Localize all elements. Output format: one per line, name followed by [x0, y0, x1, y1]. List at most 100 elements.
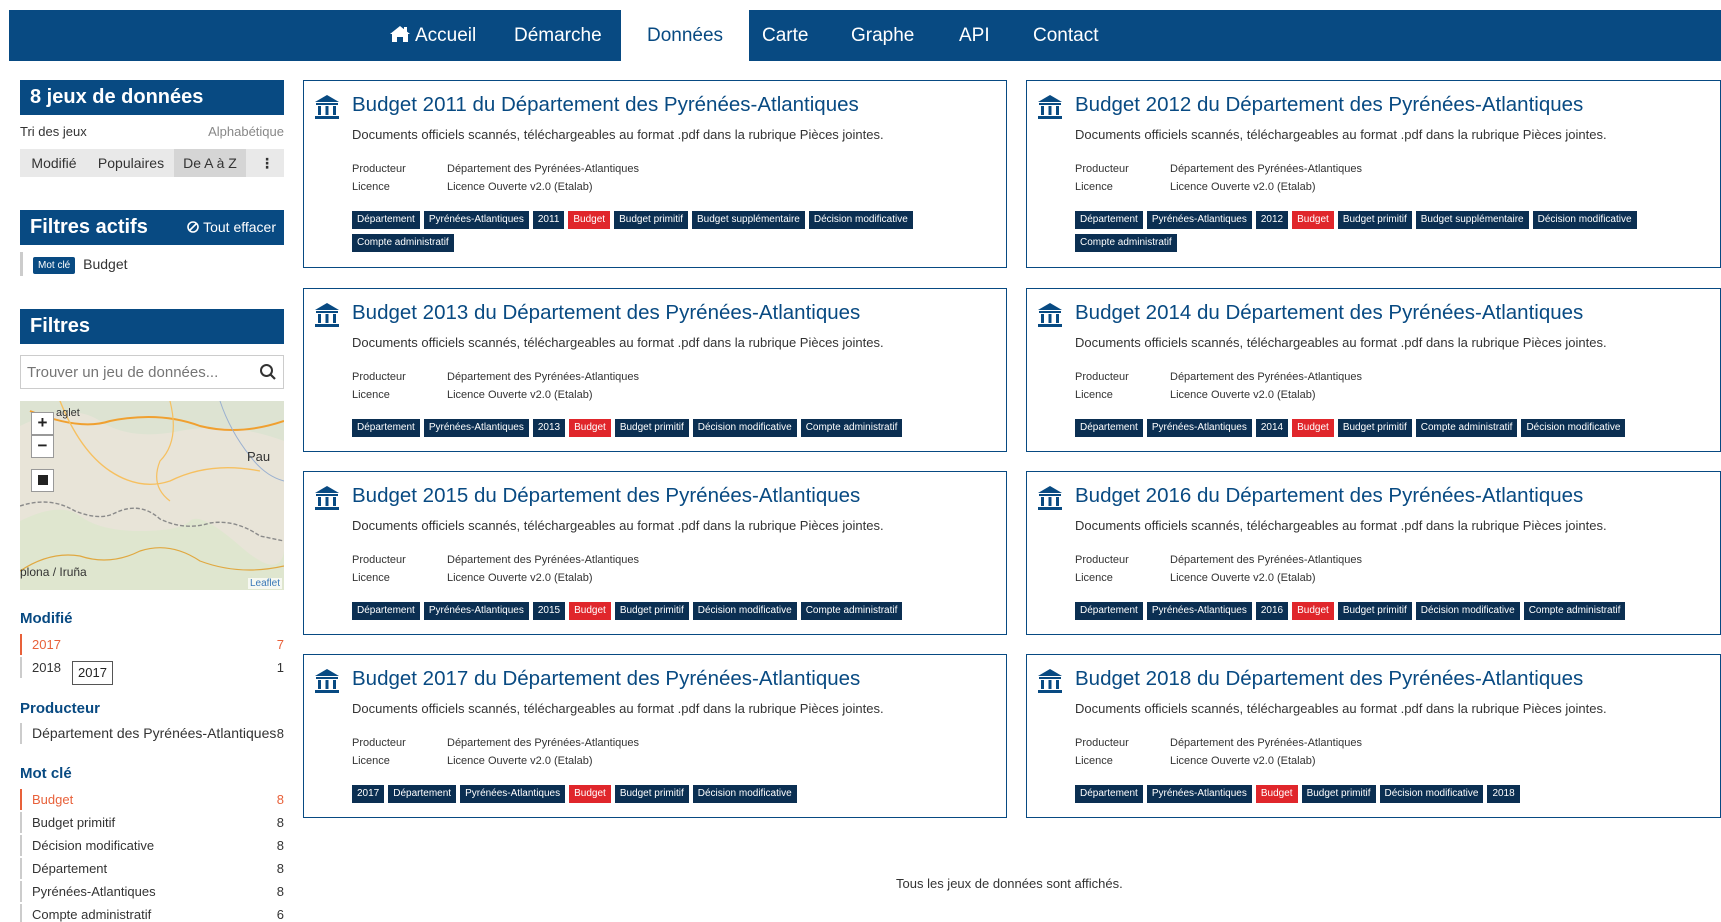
- tag[interactable]: Département: [388, 785, 457, 803]
- tag[interactable]: Compte administratif: [800, 602, 903, 620]
- tag[interactable]: Budget: [1292, 602, 1334, 620]
- dataset-title[interactable]: Budget 2016 du Département des Pyrénées-…: [1075, 484, 1583, 508]
- tag[interactable]: Budget supplémentaire: [692, 211, 805, 229]
- tag[interactable]: Budget: [1292, 211, 1334, 229]
- nav-demarche[interactable]: Démarche: [509, 10, 619, 61]
- tag[interactable]: 2013: [532, 419, 566, 437]
- search-icon[interactable]: [259, 363, 277, 381]
- draw-rectangle-button[interactable]: [31, 469, 54, 492]
- dataset-card[interactable]: Budget 2012 du Département des Pyrénées-…: [1026, 80, 1721, 268]
- tag[interactable]: Pyrénées-Atlantiques: [460, 785, 566, 803]
- tag[interactable]: Décision modificative: [1521, 419, 1626, 437]
- dataset-card[interactable]: Budget 2013 du Département des Pyrénées-…: [303, 288, 1007, 452]
- nav-graphe[interactable]: Graphe: [851, 10, 931, 61]
- tag[interactable]: Budget primitif: [614, 785, 689, 803]
- nav-contact[interactable]: Contact: [1033, 10, 1123, 61]
- nav-carte[interactable]: Carte: [762, 10, 832, 61]
- tag[interactable]: Budget: [569, 419, 611, 437]
- tag[interactable]: Pyrénées-Atlantiques: [1146, 785, 1252, 803]
- dataset-card[interactable]: Budget 2015 du Département des Pyrénées-…: [303, 471, 1007, 635]
- tag[interactable]: Pyrénées-Atlantiques: [1146, 602, 1252, 620]
- dataset-title[interactable]: Budget 2015 du Département des Pyrénées-…: [352, 484, 860, 508]
- tag[interactable]: Décision modificative: [692, 419, 797, 437]
- facet-modified-2017[interactable]: 2017 7: [20, 634, 284, 655]
- tag[interactable]: Budget primitif: [1337, 419, 1412, 437]
- tag[interactable]: Budget primitif: [614, 602, 689, 620]
- tag[interactable]: Compte administratif: [800, 419, 903, 437]
- nav-accueil[interactable]: Accueil: [381, 10, 485, 61]
- active-filter-keyword[interactable]: Mot clé Budget: [20, 252, 128, 276]
- tag[interactable]: Décision modificative: [1415, 602, 1520, 620]
- tag[interactable]: 2018: [1487, 785, 1520, 803]
- tag[interactable]: 2015: [532, 602, 566, 620]
- tag[interactable]: Budget supplémentaire: [1415, 211, 1529, 229]
- sort-alpha-button[interactable]: De A à Z: [174, 149, 246, 177]
- sort-popular-button[interactable]: Populaires: [88, 149, 174, 177]
- tag[interactable]: 2017: [352, 785, 385, 803]
- map-attribution[interactable]: Leaflet: [247, 578, 282, 589]
- dataset-title[interactable]: Budget 2013 du Département des Pyrénées-…: [352, 301, 860, 325]
- tag[interactable]: Budget primitif: [1337, 602, 1412, 620]
- facet-keyword-item[interactable]: Budget primitif 8: [20, 812, 284, 833]
- tag[interactable]: Budget: [568, 211, 611, 229]
- map[interactable]: + − aglet Pau plona / Iruña Leaflet: [20, 401, 284, 590]
- facet-modified-2018[interactable]: 2018 1: [20, 657, 284, 678]
- tag[interactable]: Décision modificative: [692, 602, 797, 620]
- dataset-title[interactable]: Budget 2017 du Département des Pyrénées-…: [352, 667, 860, 691]
- dataset-card[interactable]: Budget 2014 du Département des Pyrénées-…: [1026, 288, 1721, 452]
- tag[interactable]: Compte administratif: [1523, 602, 1626, 620]
- tag[interactable]: Département: [1075, 785, 1143, 803]
- dataset-card[interactable]: Budget 2011 du Département des Pyrénées-…: [303, 80, 1007, 268]
- tag[interactable]: Compte administratif: [1415, 419, 1518, 437]
- sort-modified-button[interactable]: Modifié: [20, 149, 88, 177]
- tag[interactable]: Département: [1075, 211, 1143, 229]
- tag[interactable]: 2016: [1255, 602, 1289, 620]
- tag[interactable]: Décision modificative: [808, 211, 913, 229]
- tag[interactable]: Compte administratif: [1075, 234, 1177, 252]
- dataset-card[interactable]: Budget 2017 du Département des Pyrénées-…: [303, 654, 1007, 818]
- tag[interactable]: Pyrénées-Atlantiques: [1146, 419, 1252, 437]
- tag[interactable]: Décision modificative: [692, 785, 797, 803]
- tag[interactable]: Pyrénées-Atlantiques: [423, 211, 529, 229]
- clear-filters-button[interactable]: Tout effacer: [187, 210, 276, 245]
- tag[interactable]: Budget: [569, 785, 611, 803]
- facet-producer-departement[interactable]: Département des Pyrénées-Atlantiques 8: [20, 723, 284, 744]
- sort-more-button[interactable]: ⋮: [253, 149, 281, 177]
- tag[interactable]: 2014: [1255, 419, 1289, 437]
- tag[interactable]: Pyrénées-Atlantiques: [423, 602, 529, 620]
- tag[interactable]: Décision modificative: [1532, 211, 1637, 229]
- dataset-card[interactable]: Budget 2016 du Département des Pyrénées-…: [1026, 471, 1721, 635]
- tag[interactable]: Budget primitif: [1337, 211, 1412, 229]
- dataset-title[interactable]: Budget 2014 du Département des Pyrénées-…: [1075, 301, 1583, 325]
- tag[interactable]: Département: [352, 419, 420, 437]
- tag[interactable]: Budget: [569, 602, 611, 620]
- facet-keyword-item[interactable]: Compte administratif 6: [20, 904, 284, 922]
- tag[interactable]: Budget: [1255, 785, 1298, 803]
- tag[interactable]: Département: [1075, 419, 1143, 437]
- tag[interactable]: Pyrénées-Atlantiques: [423, 419, 529, 437]
- tag[interactable]: Budget: [1292, 419, 1334, 437]
- facet-keyword-item[interactable]: Pyrénées-Atlantiques 8: [20, 881, 284, 902]
- tag[interactable]: Département: [352, 602, 420, 620]
- tag[interactable]: Pyrénées-Atlantiques: [1146, 211, 1252, 229]
- tag[interactable]: 2012: [1255, 211, 1289, 229]
- tag[interactable]: Budget primitif: [614, 211, 689, 229]
- facet-keyword-item[interactable]: Décision modificative 8: [20, 835, 284, 856]
- tag[interactable]: Compte administratif: [352, 234, 454, 252]
- search-input[interactable]: [21, 356, 241, 388]
- zoom-out-button[interactable]: −: [31, 435, 54, 458]
- zoom-in-button[interactable]: +: [31, 412, 54, 435]
- dataset-title[interactable]: Budget 2011 du Département des Pyrénées-…: [352, 93, 859, 117]
- facet-keyword-item[interactable]: Département 8: [20, 858, 284, 879]
- tag[interactable]: Département: [352, 211, 420, 229]
- dataset-title[interactable]: Budget 2018 du Département des Pyrénées-…: [1075, 667, 1583, 691]
- tag[interactable]: 2011: [532, 211, 565, 229]
- nav-donnees[interactable]: Données: [621, 10, 749, 61]
- facet-keyword-item[interactable]: Budget 8: [20, 789, 284, 810]
- tag[interactable]: Département: [1075, 602, 1143, 620]
- dataset-title[interactable]: Budget 2012 du Département des Pyrénées-…: [1075, 93, 1583, 117]
- dataset-card[interactable]: Budget 2018 du Département des Pyrénées-…: [1026, 654, 1721, 818]
- tag[interactable]: Budget primitif: [1301, 785, 1376, 803]
- nav-api[interactable]: API: [959, 10, 1009, 61]
- tag[interactable]: Budget primitif: [614, 419, 689, 437]
